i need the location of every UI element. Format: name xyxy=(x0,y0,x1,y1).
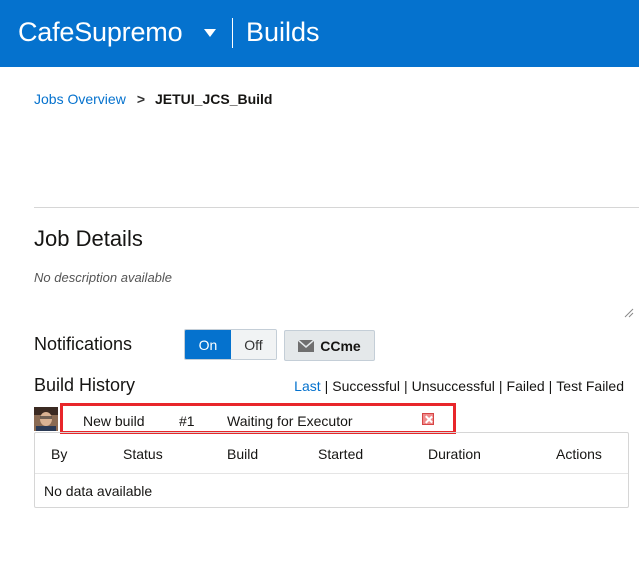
filter-failed[interactable]: Failed xyxy=(507,378,545,394)
app-header: CafeSupremo Builds xyxy=(0,0,639,67)
notifications-on-button[interactable]: On xyxy=(185,330,231,359)
ccme-label: CCme xyxy=(320,337,361,354)
filter-successful[interactable]: Successful xyxy=(332,378,400,394)
ccme-button[interactable]: CCme xyxy=(284,330,375,361)
column-header-actions: Actions xyxy=(556,446,602,462)
column-header-started[interactable]: Started xyxy=(318,446,363,462)
section-title: Builds xyxy=(246,17,320,47)
breadcrumb: Jobs Overview > JETUI_JCS_Build xyxy=(34,91,272,107)
avatar xyxy=(34,407,58,431)
filter-test-failed[interactable]: Test Failed xyxy=(556,378,624,394)
build-history-filters: Last | Successful | Unsuccessful | Failed | Test… xyxy=(294,378,624,394)
build-history-table: By Status Build Started Duration Actions… xyxy=(34,432,629,508)
header-divider xyxy=(232,18,233,48)
pending-build-status: Waiting for Executor xyxy=(227,413,353,429)
column-header-build[interactable]: Build xyxy=(227,446,258,462)
envelope-icon xyxy=(298,339,315,352)
column-header-duration[interactable]: Duration xyxy=(428,446,481,462)
breadcrumb-jobs-overview-link[interactable]: Jobs Overview xyxy=(34,91,126,107)
breadcrumb-current: JETUI_JCS_Build xyxy=(155,91,273,107)
notifications-toggle: On Off xyxy=(184,329,277,360)
pending-build-name: New build xyxy=(83,413,145,429)
chevron-down-icon[interactable] xyxy=(204,29,216,37)
chevron-right-icon: > xyxy=(136,91,145,107)
notifications-off-button[interactable]: Off xyxy=(231,330,276,359)
resize-handle-icon[interactable] xyxy=(624,308,634,318)
filter-last[interactable]: Last xyxy=(294,378,320,394)
column-header-status[interactable]: Status xyxy=(123,446,163,462)
pending-build-number: #1 xyxy=(179,413,195,429)
build-history-heading: Build History xyxy=(34,375,136,395)
brand-name[interactable]: CafeSupremo xyxy=(18,17,183,48)
table-header-divider xyxy=(35,473,628,474)
column-header-by[interactable]: By xyxy=(51,446,67,462)
filter-unsuccessful[interactable]: Unsuccessful xyxy=(412,378,495,394)
job-details-heading: Job Details xyxy=(34,226,143,251)
table-empty-message: No data available xyxy=(44,483,153,499)
job-description[interactable]: No description available xyxy=(34,270,172,285)
notifications-label: Notifications xyxy=(34,334,133,354)
pending-build-row[interactable]: New build #1 Waiting for Executor xyxy=(60,403,456,434)
cancel-build-icon[interactable] xyxy=(422,413,434,425)
section-divider xyxy=(34,207,639,208)
